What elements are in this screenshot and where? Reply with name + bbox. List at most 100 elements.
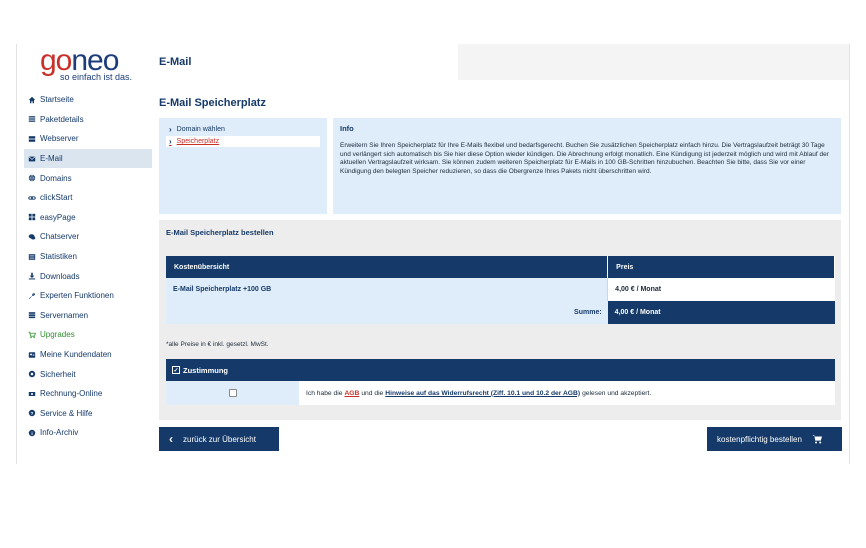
page-title: E-Mail Speicherplatz xyxy=(159,97,266,109)
step-label: Domain wählen xyxy=(176,126,225,133)
sidebar-item-label: Domains xyxy=(40,173,72,183)
back-button-label: zurück zur Übersicht xyxy=(183,434,256,444)
stats-icon xyxy=(27,252,36,261)
item-name-cell: E-Mail Speicherplatz +100 GB xyxy=(166,278,608,301)
sidebar-item-label: Downloads xyxy=(40,271,80,281)
sidebar-item-label: Rechnung-Online xyxy=(40,389,103,399)
lock-icon xyxy=(27,370,36,379)
column-header-preis: Preis xyxy=(607,256,835,278)
home-icon xyxy=(27,95,36,104)
sidebar-item-upgrades[interactable]: Upgrades xyxy=(24,325,152,345)
envelope-icon xyxy=(27,154,36,163)
sidebar-item-label: Webserver xyxy=(40,134,79,144)
sidebar-item-easypage[interactable]: easyPage xyxy=(24,208,152,228)
sidebar-item-label: E-Mail xyxy=(40,154,63,164)
header-bar xyxy=(458,44,849,80)
consent-header: ✓ Zustimmung xyxy=(166,359,835,381)
sidebar-item-label: Meine Kundendaten xyxy=(40,350,112,360)
info-text: Erweitern Sie Ihren Speicherplatz für Ih… xyxy=(340,142,829,175)
sidebar-item-label: Sicherheit xyxy=(40,369,76,379)
consent-text-mid: und die xyxy=(361,389,384,397)
sidebar-item-servernamen[interactable]: Servernamen xyxy=(24,306,152,326)
sidebar-item-clickstart[interactable]: clickStart xyxy=(24,188,152,208)
consent-row: Ich habe die AGB und die Hinweise auf da… xyxy=(166,381,835,405)
order-panel: E-Mail Speicherplatz bestellen Kostenübe… xyxy=(159,220,841,420)
sidebar-item-email[interactable]: E-Mail xyxy=(24,148,152,169)
help-icon: ? xyxy=(27,409,36,418)
sidebar-item-label: Upgrades xyxy=(40,330,75,340)
sidebar-item-meine-kundendaten[interactable]: Meine Kundendaten xyxy=(24,345,152,365)
invoice-icon xyxy=(27,389,36,398)
column-header-kostenuebersicht: Kostenübersicht xyxy=(166,256,609,278)
back-to-overview-button[interactable]: ‹ zurück zur Übersicht xyxy=(159,427,279,451)
consent-text: Ich habe die AGB und die Hinweise auf da… xyxy=(299,381,835,405)
order-button-label: kostenpflichtig bestellen xyxy=(717,434,802,444)
sidebar-item-label: Startseite xyxy=(40,95,74,105)
svg-text:?: ? xyxy=(30,411,33,417)
consent-text-post: gelesen und akzeptiert. xyxy=(582,389,652,397)
consent-text-pre: Ich habe die xyxy=(306,389,343,397)
globe-icon xyxy=(27,174,36,183)
frame-divider-right xyxy=(849,44,850,464)
goneo-logo[interactable]: goneo so einfach ist das. xyxy=(40,46,140,84)
consent-title: Zustimmung xyxy=(183,365,228,375)
chevron-left-icon: ‹ xyxy=(169,432,173,446)
cost-table: Kostenübersicht Preis E-Mail Speicherpla… xyxy=(166,256,835,324)
chevron-right-icon: › xyxy=(169,137,172,146)
sidebar-item-experten-funktionen[interactable]: Experten Funktionen xyxy=(24,286,152,306)
sidebar-item-label: Info-Archiv xyxy=(40,428,79,438)
sidebar-item-service-hilfe[interactable]: ? Service & Hilfe xyxy=(24,404,152,424)
price-note: *alle Preise in € inkl. gesetzl. MwSt. xyxy=(166,341,269,348)
info-icon: i xyxy=(27,428,36,437)
sidebar-item-label: Service & Hilfe xyxy=(40,408,93,418)
sidebar-item-info-archiv[interactable]: i Info-Archiv xyxy=(24,423,152,443)
sum-value: 4,00 € / Monat xyxy=(607,301,835,324)
chat-icon xyxy=(27,232,36,241)
order-title: E-Mail Speicherplatz bestellen xyxy=(166,228,274,237)
sidebar-item-label: clickStart xyxy=(40,193,73,203)
table-row: E-Mail Speicherplatz +100 GB 4,00 € / Mo… xyxy=(166,278,835,301)
cart-icon xyxy=(27,330,36,339)
sidebar-item-label: Experten Funktionen xyxy=(40,291,114,301)
widerrufsrecht-link[interactable]: Hinweise auf das Widerrufsrecht (Ziff. 1… xyxy=(385,390,580,397)
sidebar-item-domains[interactable]: Domains xyxy=(24,168,152,188)
shopping-cart-icon xyxy=(812,434,823,444)
chevron-right-icon: › xyxy=(169,125,172,134)
wrench-icon xyxy=(27,291,36,300)
frame-divider-left xyxy=(16,44,17,464)
link-icon xyxy=(27,193,36,202)
sidebar-item-label: easyPage xyxy=(40,212,76,222)
step-label: Speicherplatz xyxy=(176,138,220,145)
header-title: E-Mail xyxy=(159,56,192,68)
sidebar-item-downloads[interactable]: Downloads xyxy=(24,266,152,286)
sidebar-item-label: Paketdetails xyxy=(40,114,84,124)
servernames-icon xyxy=(27,311,36,320)
sidebar-item-startseite[interactable]: Startseite xyxy=(24,90,152,110)
sidebar-nav: Startseite Paketdetails Webserver E-Mail… xyxy=(24,90,152,443)
sidebar-item-rechnung-online[interactable]: Rechnung-Online xyxy=(24,384,152,404)
table-sum-row: Summe: 4,00 € / Monat xyxy=(166,301,835,324)
sidebar-item-sicherheit[interactable]: Sicherheit xyxy=(24,364,152,384)
sidebar-item-chatserver[interactable]: Chatserver xyxy=(24,227,152,247)
consent-checkbox-cell xyxy=(166,381,299,405)
list-icon xyxy=(27,115,36,124)
sidebar-item-webserver[interactable]: Webserver xyxy=(24,129,152,149)
checkbox-checked-icon: ✓ xyxy=(172,366,180,374)
step-domain-waehlen[interactable]: › Domain wählen xyxy=(166,124,320,135)
order-button[interactable]: kostenpflichtig bestellen xyxy=(707,427,842,451)
table-header-row: Kostenübersicht Preis xyxy=(166,256,835,278)
agb-link[interactable]: AGB xyxy=(344,390,359,397)
sum-label: Summe: xyxy=(166,301,608,324)
consent-checkbox[interactable] xyxy=(228,389,237,397)
download-icon xyxy=(27,272,36,281)
item-price-cell: 4,00 € / Monat xyxy=(607,278,835,301)
user-icon xyxy=(27,350,36,359)
info-title: Info xyxy=(340,124,354,133)
step-speicherplatz[interactable]: › Speicherplatz xyxy=(166,136,320,147)
sidebar-item-label: Chatserver xyxy=(40,232,80,242)
server-icon xyxy=(27,134,36,143)
sidebar-item-paketdetails[interactable]: Paketdetails xyxy=(24,110,152,130)
step-navigation: › Domain wählen › Speicherplatz xyxy=(159,118,327,214)
sidebar-item-statistiken[interactable]: Statistiken xyxy=(24,247,152,267)
info-panel: Info Erweitern Sie Ihren Speicherplatz f… xyxy=(333,118,841,214)
